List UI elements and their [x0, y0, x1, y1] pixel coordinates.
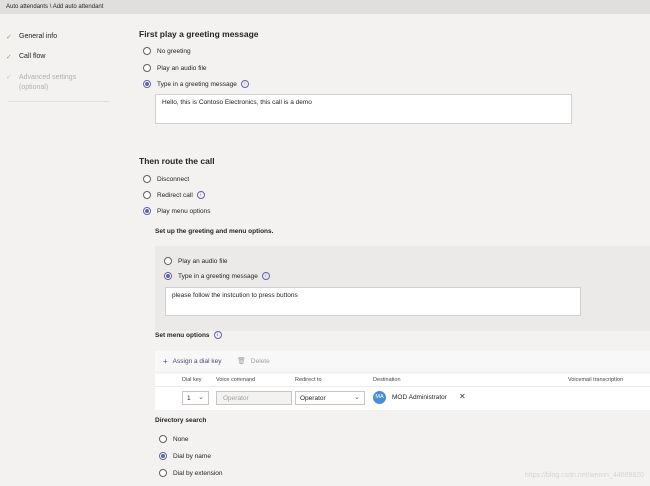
- sidebar: ✓ General info ✓ Call flow ✓ Advanced se…: [0, 14, 118, 486]
- info-icon[interactable]: i: [196, 191, 205, 199]
- table-divider: [155, 386, 650, 387]
- trash-icon: 🗑: [237, 358, 246, 365]
- col-redirect-to: Redirect to: [295, 377, 322, 383]
- watermark: https://blog.csdn.net/weixin_44689820: [524, 472, 644, 479]
- step-call-flow[interactable]: ✓ Call flow: [6, 53, 45, 61]
- step-advanced-settings[interactable]: ✓ Advanced settings (optional): [6, 73, 89, 93]
- col-voicemail-transcription: Voicemail transcription: [568, 377, 624, 383]
- checkmark-icon: ✓: [6, 54, 12, 61]
- menu-greeting-option-audio[interactable]: Play an audio file: [164, 257, 228, 265]
- radio-button-selected[interactable]: [164, 272, 172, 280]
- plus-icon: +: [163, 357, 168, 366]
- radio-button[interactable]: [143, 191, 151, 199]
- route-option-disconnect[interactable]: Disconnect: [143, 175, 189, 183]
- assign-dial-key-button[interactable]: + Assign a dial key: [163, 357, 221, 366]
- sidebar-divider: [8, 101, 109, 102]
- checkmark-icon: ✓: [6, 34, 12, 41]
- close-icon[interactable]: ✕: [459, 392, 466, 401]
- radio-button-selected[interactable]: [143, 80, 151, 88]
- chevron-down-icon: ⌄: [198, 394, 204, 401]
- menu-greeting-message-field[interactable]: please follow the instcution to press bu…: [165, 287, 581, 316]
- breadcrumb: Auto attendants \ Add auto attendant: [0, 0, 650, 14]
- menu-options-heading: Set menu options i: [155, 331, 222, 339]
- greeting-option-no-greeting[interactable]: No greeting: [143, 47, 191, 55]
- col-voice-command: Voice command: [216, 377, 256, 383]
- radio-button[interactable]: [143, 175, 151, 183]
- info-icon[interactable]: i: [261, 272, 270, 280]
- menu-options-toolbar: + Assign a dial key 🗑 Delete: [155, 351, 650, 371]
- col-dial-key: Dial key: [182, 377, 202, 383]
- radio-button[interactable]: [159, 469, 167, 477]
- radio-button-selected[interactable]: [143, 207, 151, 215]
- menu-greeting-heading: Set up the greeting and menu options.: [155, 228, 274, 235]
- radio-button-selected[interactable]: [159, 452, 167, 460]
- radio-button[interactable]: [159, 435, 167, 443]
- dial-key-dropdown[interactable]: 1 ⌄: [182, 391, 209, 405]
- directory-search-heading: Directory search: [155, 417, 207, 424]
- redirect-to-dropdown[interactable]: Operator ⌄: [295, 391, 365, 405]
- route-option-menu[interactable]: Play menu options: [143, 207, 210, 215]
- greeting-option-type[interactable]: Type in a greeting message i: [143, 80, 249, 88]
- greeting-heading: First play a greeting message: [139, 29, 259, 39]
- radio-button[interactable]: [164, 257, 172, 265]
- main-content: First play a greeting message No greetin…: [120, 14, 650, 486]
- menu-greeting-option-type[interactable]: Type in a greeting message i: [164, 272, 270, 280]
- col-destination: Destination: [373, 377, 401, 383]
- directory-option-extension[interactable]: Dial by extension: [159, 469, 223, 477]
- route-option-redirect[interactable]: Redirect call i: [143, 191, 205, 199]
- greeting-message-field[interactable]: Hello, this is Contoso Electronics, this…: [155, 94, 572, 124]
- radio-button[interactable]: [143, 64, 151, 72]
- avatar: MA: [373, 391, 386, 404]
- delete-button[interactable]: 🗑 Delete: [237, 357, 270, 366]
- chevron-down-icon: ⌄: [354, 394, 360, 401]
- menu-options-table: Dial key Voice command Redirect to Desti…: [155, 374, 650, 410]
- greeting-option-audio[interactable]: Play an audio file: [143, 64, 207, 72]
- directory-option-none[interactable]: None: [159, 435, 189, 443]
- radio-button[interactable]: [143, 47, 151, 55]
- destination-name: MOD Administrator: [392, 394, 447, 401]
- checkmark-icon: ✓: [6, 74, 12, 81]
- info-icon[interactable]: i: [240, 80, 249, 88]
- directory-option-name[interactable]: Dial by name: [159, 452, 211, 460]
- info-icon[interactable]: i: [213, 331, 222, 339]
- route-heading: Then route the call: [139, 156, 215, 166]
- voice-command-field[interactable]: Operator: [216, 391, 292, 405]
- step-general-info[interactable]: ✓ General info: [6, 33, 57, 41]
